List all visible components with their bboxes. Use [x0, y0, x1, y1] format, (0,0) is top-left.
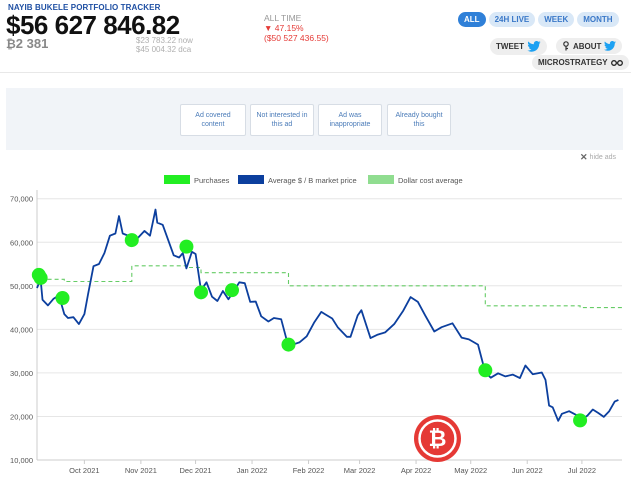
price-now: $23 783.22 now — [136, 36, 193, 45]
purchase-marker — [194, 285, 209, 300]
hide-ads-link[interactable]: ✕ hide ads — [580, 152, 616, 163]
x-tick-label: Feb 2022 — [293, 466, 325, 475]
tab-month[interactable]: MONTH — [577, 12, 619, 27]
hide-ads-label: hide ads — [589, 154, 617, 161]
btc-count: ₿2 381 — [6, 36, 48, 51]
y-tick-label: 10,000 — [10, 456, 33, 465]
ad-option-covered-content[interactable]: Ad covered content — [180, 104, 246, 136]
bitcoin-watermark-icon: ₿ — [414, 415, 461, 462]
ad-option-already-bought[interactable]: Already bought this — [387, 104, 451, 136]
x-tick-label: Jun 2022 — [512, 466, 543, 475]
y-tick-label: 50,000 — [10, 282, 33, 291]
tweet-label: TWEET — [496, 42, 524, 51]
y-tick-label: 40,000 — [10, 325, 33, 334]
tab-24h-live[interactable]: 24H LIVE — [488, 12, 536, 27]
microstrategy-label: MICROSTRATEGY — [538, 58, 608, 67]
purchase-marker — [478, 363, 493, 378]
x-tick-label: Jan 2022 — [237, 466, 268, 475]
ad-option-not-interested[interactable]: Not interested in this ad — [250, 104, 314, 136]
alltime-label: ALL TIME — [264, 13, 302, 23]
tweet-button[interactable]: TWEET — [490, 38, 547, 55]
purchase-marker — [55, 291, 70, 305]
period-tabs: ALL 24H LIVE WEEK MONTH — [458, 12, 619, 27]
tab-all[interactable]: ALL — [458, 12, 486, 27]
alltime-delta: ($50 527 436.55) — [264, 33, 329, 43]
legend-label-price: Average $ / B market price — [268, 176, 357, 185]
dca-series — [40, 265, 622, 309]
price-line — [36, 208, 619, 422]
ad-option-inappropriate[interactable]: Ad was inappropriate — [318, 104, 382, 136]
x-tick-label: Dec 2021 — [179, 466, 211, 475]
x-tick-label: Nov 2021 — [125, 466, 157, 475]
tab-week[interactable]: WEEK — [538, 12, 575, 27]
y-tick-label: 60,000 — [10, 238, 33, 247]
legend-swatch-dca — [368, 175, 394, 184]
x-tick-label: Jul 2022 — [568, 466, 596, 475]
glasses-icon — [610, 59, 623, 66]
purchase-marker — [573, 413, 588, 428]
legend-label-purchases: Purchases — [194, 176, 230, 185]
y-tick-label: 20,000 — [10, 412, 33, 421]
close-icon: ✕ — [580, 152, 588, 162]
chart-y-axis: 10,000 20,000 30,000 40,000 50,000 60,000 70,0… — [10, 190, 38, 465]
chart-gridlines — [37, 198, 622, 461]
x-tick-label: May 2022 — [454, 466, 487, 475]
chart-x-axis: Oct 2021 Nov 2021 Dec 2021 Jan 2022 Feb 2022… — [37, 459, 622, 475]
x-tick-label: Oct 2021 — [69, 466, 99, 475]
microstrategy-button[interactable]: MICROSTRATEGY — [532, 55, 629, 70]
key-icon — [563, 41, 569, 51]
y-tick-label: 30,000 — [10, 369, 33, 378]
y-tick-label: 70,000 — [10, 195, 33, 204]
svg-text:₿: ₿ — [429, 427, 447, 452]
bitcoin-symbol-icon: ₿ — [6, 37, 16, 51]
btc-count-value: 2 381 — [15, 36, 49, 51]
legend-label-dca: Dollar cost average — [398, 176, 463, 185]
header-divider — [0, 72, 631, 73]
price-series — [36, 208, 619, 422]
bitcoin-logo-glyph: ₿ — [418, 419, 457, 458]
about-label: ABOUT — [573, 41, 602, 51]
dca-line — [40, 265, 622, 309]
ad-container — [6, 88, 623, 150]
twitter-bird-icon — [604, 41, 617, 51]
x-tick-label: Apr 2022 — [401, 466, 431, 475]
purchase-marker — [179, 239, 194, 254]
price-dca: $45 004.32 dca — [136, 45, 192, 54]
legend-swatch-price — [238, 175, 264, 184]
purchase-marker — [33, 270, 48, 285]
about-button[interactable]: ABOUT — [556, 38, 623, 54]
x-tick-label: Mar 2022 — [344, 466, 376, 475]
purchase-marker — [281, 337, 296, 352]
portfolio-chart: Purchases Average $ / B market price Dol… — [10, 175, 622, 475]
alltime-percent: ▼ 47.15% — [264, 23, 304, 33]
twitter-bird-icon — [527, 41, 541, 52]
purchase-marker — [225, 283, 239, 298]
legend-swatch-purchases — [164, 175, 190, 184]
purchase-marker — [124, 233, 139, 248]
chart-legend: Purchases Average $ / B market price Dol… — [164, 175, 463, 185]
